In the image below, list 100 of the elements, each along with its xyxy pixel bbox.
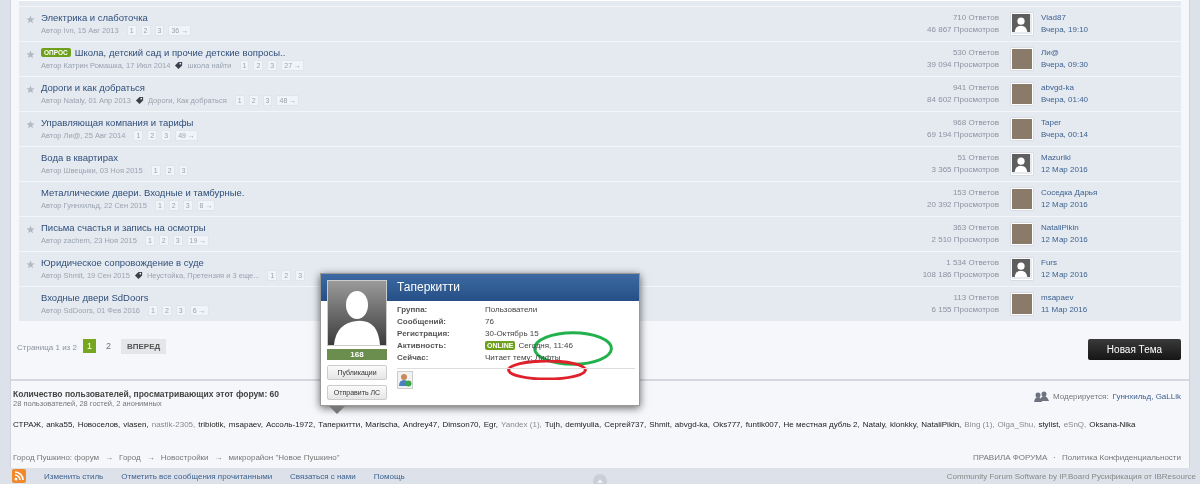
online-user[interactable]: nastik-2305, (151, 420, 196, 429)
breadcrumb-link[interactable]: Город Пушкино: форум (13, 453, 100, 462)
avatar-photo[interactable] (1011, 293, 1033, 315)
user-name: Таперкитти (397, 279, 461, 296)
last-poster[interactable]: Vlad87 (1041, 12, 1181, 24)
avatar-silhouette[interactable] (1011, 13, 1033, 35)
rss-icon[interactable] (12, 469, 26, 483)
avatar-silhouette[interactable] (1011, 153, 1033, 175)
online-user[interactable]: viasen, (123, 420, 149, 429)
footer-link[interactable]: Отметить все сообщения прочитанными (121, 471, 273, 481)
online-user[interactable]: msapaev, (228, 420, 263, 429)
topic-title[interactable]: Письма счастья и запись на осмотры (41, 222, 206, 233)
last-poster[interactable]: Taper (1041, 117, 1181, 129)
legal-link[interactable]: ПРАВИЛА ФОРУМА (972, 453, 1048, 462)
online-user[interactable]: Не местная дубль 2, (783, 420, 860, 429)
add-friend-button[interactable] (397, 371, 413, 389)
last-poster[interactable]: Furs (1041, 257, 1181, 269)
online-user[interactable]: demiyulia, (565, 420, 602, 429)
avatar-photo[interactable] (1011, 118, 1033, 140)
reply-count: 941 Ответов (952, 82, 999, 94)
view-count: 69 194 Просмотров (927, 129, 999, 141)
online-user[interactable]: Andrey47, (403, 420, 440, 429)
avatar-photo[interactable] (1011, 83, 1033, 105)
star-icon[interactable] (25, 120, 35, 129)
online-user[interactable]: anka55, (46, 420, 75, 429)
breadcrumb-link[interactable]: микрорайон "Новое Пушкино" (228, 453, 340, 462)
last-poster[interactable]: abvgd-ka (1041, 82, 1181, 94)
online-user[interactable]: Новоселов, (77, 420, 121, 429)
last-post-time[interactable]: 12 Мар 2016 (1041, 234, 1181, 246)
view-count: 6 155 Просмотров (931, 304, 999, 316)
online-user[interactable]: funtik007, (745, 420, 781, 429)
avatar-silhouette[interactable] (1011, 258, 1033, 280)
last-poster[interactable]: Ли@ (1041, 47, 1181, 59)
star-icon[interactable] (25, 85, 35, 94)
star-icon[interactable] (25, 15, 35, 24)
tag-icon (134, 96, 144, 105)
topic-title[interactable]: Школа, детский сад и прочие детские вопросы.. (74, 47, 286, 58)
reply-count: 1 534 Ответов (946, 257, 999, 269)
online-user[interactable]: Bing (1), (964, 420, 995, 429)
breadcrumb-link[interactable]: Город (119, 453, 141, 462)
star-icon[interactable] (25, 260, 35, 269)
footer-link[interactable]: Связаться с нами (290, 471, 356, 481)
topic-title[interactable]: Дороги и как добраться (41, 82, 145, 93)
legal-link[interactable]: Политика Конфиденциальности (1061, 453, 1181, 462)
page-number[interactable]: 1 (82, 339, 96, 353)
avatar-photo[interactable] (1011, 48, 1033, 70)
online-user[interactable]: Yandex (1), (501, 420, 542, 429)
breadcrumb-separator: → (214, 453, 223, 462)
online-user[interactable]: klonkky, (890, 420, 919, 429)
online-user[interactable]: Oks777, (713, 420, 743, 429)
last-post-time[interactable]: Вчера, 09:30 (1041, 59, 1181, 71)
copyright-text: Community Forum Software by IP.Board Русификация от IBResource (946, 471, 1196, 481)
online-user[interactable]: Oksana-Nika (1089, 420, 1136, 429)
online-user[interactable]: stylist, (1038, 420, 1061, 429)
last-poster[interactable]: Соседка Дарья (1041, 187, 1181, 199)
online-user[interactable]: СТРАЖ, (13, 420, 44, 429)
last-post-time[interactable]: 12 Мар 2016 (1041, 199, 1181, 211)
last-post-time[interactable]: 12 Мар 2016 (1041, 269, 1181, 281)
last-post-time[interactable]: Вчера, 19:10 (1041, 24, 1181, 36)
online-user[interactable]: NataliPikin, (921, 420, 962, 429)
topic-title[interactable]: Металлические двери. Входные и тамбурные. (41, 187, 245, 198)
online-user[interactable]: tribiotik, (198, 420, 226, 429)
moderator-links[interactable]: Гуннхильд, GaLLik (1112, 391, 1181, 401)
online-user[interactable]: eSnQ, (1063, 420, 1087, 429)
last-post-time[interactable]: Вчера, 01:40 (1041, 94, 1181, 106)
star-icon[interactable] (25, 225, 35, 234)
reply-count: 113 Ответов (953, 292, 999, 304)
footer-link[interactable]: Помощь (373, 471, 405, 481)
topic-title[interactable]: Юридическое сопровождение в суде (41, 257, 204, 268)
online-user[interactable]: Таперкитти, (318, 420, 363, 429)
online-user[interactable]: Nataly, (862, 420, 887, 429)
last-post-time[interactable]: 11 Мар 2016 (1041, 304, 1181, 316)
last-post-time[interactable]: Вчера, 00:14 (1041, 129, 1181, 141)
tag-icon (174, 61, 184, 70)
page-number[interactable]: 2 (102, 339, 115, 353)
online-user[interactable]: Tujh, (544, 420, 563, 429)
last-post-time[interactable]: 12 Мар 2016 (1041, 164, 1181, 176)
online-user[interactable]: Dimson70, (442, 420, 481, 429)
avatar-photo[interactable] (1011, 188, 1033, 210)
online-user[interactable]: Egr, (483, 420, 498, 429)
topic-title[interactable]: Входные двери SdDoors (41, 292, 149, 303)
breadcrumb-link[interactable]: Новостройки (160, 453, 209, 462)
last-poster[interactable]: NataliPikin (1041, 222, 1181, 234)
last-poster[interactable]: msapaev (1041, 292, 1181, 304)
online-user[interactable]: Shmit, (649, 420, 672, 429)
topic-title[interactable]: Управляющая компания и тарифы (41, 117, 194, 128)
avatar-photo[interactable] (1011, 223, 1033, 245)
online-user[interactable]: Olga_Shu, (997, 420, 1036, 429)
star-icon[interactable] (25, 50, 35, 59)
footer-link[interactable]: Изменить стиль (44, 471, 104, 481)
last-poster[interactable]: Mazuriki (1041, 152, 1181, 164)
online-user[interactable]: Сергей737, (604, 420, 647, 429)
online-user[interactable]: Marischa, (365, 420, 401, 429)
tag-icon (133, 271, 143, 280)
next-button[interactable]: ВПЕРЕД (121, 339, 167, 354)
topic-title[interactable]: Электрика и слаботочка (41, 12, 148, 23)
new-topic-button[interactable]: Новая Тема (1088, 339, 1181, 360)
online-user[interactable]: abvgd-ka, (674, 420, 710, 429)
online-user[interactable]: Ассоль-1972, (265, 420, 316, 429)
topic-title[interactable]: Вода в квартирах (41, 152, 118, 163)
